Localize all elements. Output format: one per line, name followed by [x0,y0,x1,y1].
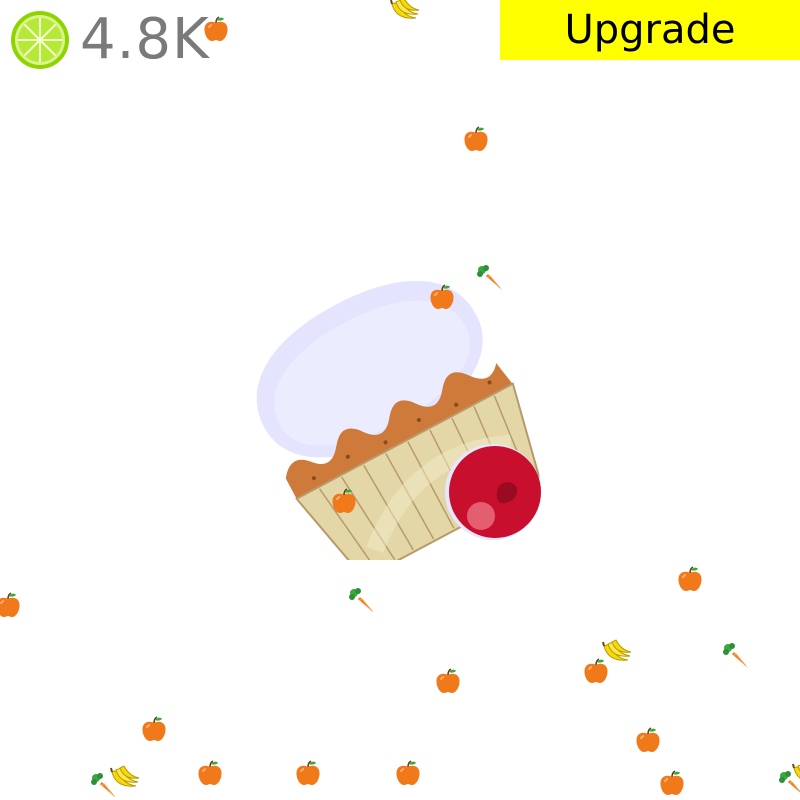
apple-icon [426,282,458,314]
apple-icon [674,564,706,596]
apple-icon [632,725,664,757]
game-area: 4.8K Upgrade [0,0,800,800]
apple-icon [392,758,424,790]
banana-icon [388,0,420,26]
apple-icon [328,486,360,518]
apple-icon [432,666,464,698]
carrot-icon [720,640,752,672]
apple-icon [656,768,688,800]
apple-icon [138,714,170,746]
lime-slice-icon [11,11,69,69]
banana-icon [108,762,140,794]
carrot-icon [474,262,506,294]
apple-icon [0,590,24,622]
banana-icon [790,758,800,790]
apple-icon [580,656,612,688]
cupcake-clicker[interactable] [195,200,555,560]
score-display: 4.8K [10,8,210,72]
apple-icon [460,124,492,156]
apple-icon [292,758,324,790]
carrot-icon [346,585,378,617]
score-value: 4.8K [80,7,210,72]
upgrade-button[interactable]: Upgrade [500,0,800,60]
apple-icon [194,758,226,790]
